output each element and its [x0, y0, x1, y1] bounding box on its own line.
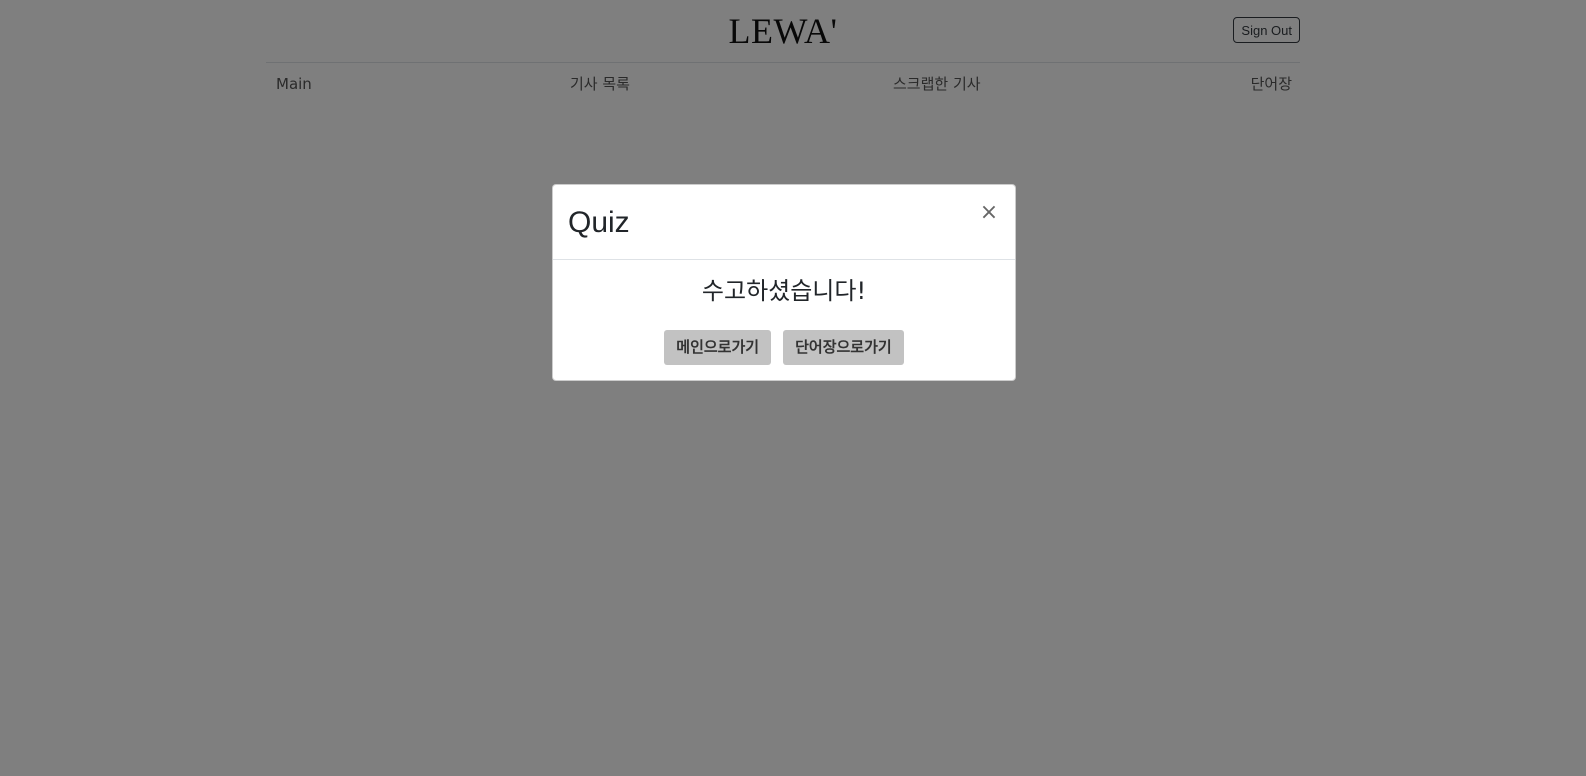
modal-button-row: 메인으로가기 단어장으로가기: [553, 330, 1015, 365]
modal-backdrop[interactable]: [0, 0, 1586, 776]
modal-body: 수고하셨습니다! 메인으로가기 단어장으로가기: [553, 260, 1015, 380]
modal-header: Quiz ×: [553, 185, 1015, 260]
page: LEWA' Sign Out Main 기사 목록 스크랩한 기사 단어장 Qu…: [0, 0, 1586, 776]
go-to-main-button[interactable]: 메인으로가기: [664, 330, 772, 365]
quiz-modal: Quiz × 수고하셨습니다! 메인으로가기 단어장으로가기: [552, 184, 1016, 381]
go-to-vocabulary-button[interactable]: 단어장으로가기: [783, 330, 904, 365]
completion-message: 수고하셨습니다!: [701, 277, 867, 305]
modal-title: Quiz: [568, 206, 630, 239]
close-icon[interactable]: ×: [977, 201, 1001, 225]
